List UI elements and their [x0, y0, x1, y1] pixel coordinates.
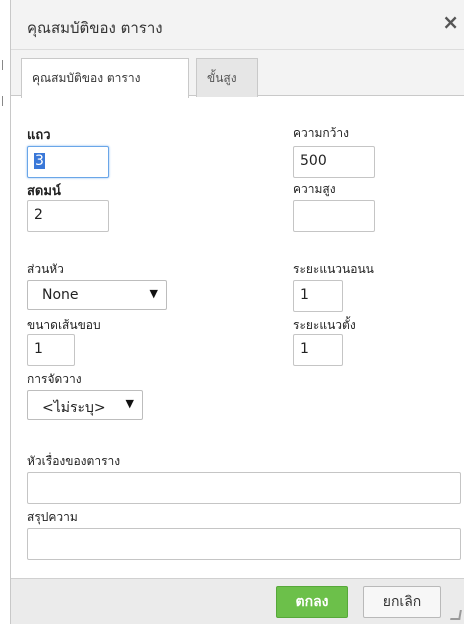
tab-advanced[interactable]: ขั้นสูง — [196, 58, 258, 97]
border-size-label: ขนาดเส้นขอบ — [27, 318, 101, 332]
height-input[interactable] — [293, 200, 375, 232]
dropdown-arrow-icon: ▼ — [125, 397, 134, 410]
columns-input[interactable]: 2 — [27, 200, 109, 232]
summary-label: สรุปความ — [27, 510, 78, 524]
alignment-label: การจัดวาง — [27, 372, 82, 386]
page-left-edge — [0, 0, 10, 624]
table-properties-dialog: คุณสมบัติของ ตาราง × คุณสมบัติของ ตาราง … — [10, 0, 464, 624]
border-size-input[interactable]: 1 — [27, 334, 75, 366]
dialog-title: คุณสมบัติของ ตาราง — [27, 19, 163, 37]
dialog-footer: ตกลง ยกเลิก — [11, 578, 464, 624]
cell-padding-label: ระยะแนวตั้ง — [293, 318, 356, 332]
rows-value: 3 — [34, 153, 45, 169]
summary-input[interactable] — [27, 528, 461, 560]
caption-input[interactable] — [27, 472, 461, 504]
resize-handle-icon[interactable] — [450, 610, 462, 620]
columns-label: สดมน์ — [27, 184, 61, 199]
alignment-value: <ไม่ระบุ> — [42, 400, 106, 416]
close-icon[interactable]: × — [442, 12, 459, 32]
cell-padding-input[interactable]: 1 — [293, 334, 343, 366]
dropdown-arrow-icon: ▼ — [149, 287, 158, 300]
cell-spacing-label: ระยะแนวนอนน — [293, 262, 374, 276]
rows-input[interactable]: 3 — [27, 146, 109, 178]
tab-strip: คุณสมบัติของ ตาราง ขั้นสูง — [11, 50, 464, 98]
headers-select[interactable]: None ▼ — [27, 280, 167, 310]
cancel-button[interactable]: ยกเลิก — [363, 586, 441, 618]
headers-label: ส่วนหัว — [27, 262, 64, 276]
edge-mark — [2, 60, 6, 70]
width-label: ความกว้าง — [293, 126, 350, 140]
headers-value: None — [42, 287, 79, 303]
tab-table-properties[interactable]: คุณสมบัติของ ตาราง — [21, 58, 189, 98]
ok-button[interactable]: ตกลง — [276, 586, 348, 618]
alignment-select[interactable]: <ไม่ระบุ> ▼ — [27, 390, 143, 420]
cell-spacing-input[interactable]: 1 — [293, 280, 343, 312]
dialog-titlebar: คุณสมบัติของ ตาราง × — [11, 0, 464, 50]
height-label: ความสูง — [293, 182, 336, 196]
rows-label: แถว — [27, 128, 51, 143]
width-input[interactable]: 500 — [293, 146, 375, 178]
edge-mark — [2, 96, 6, 106]
caption-label: หัวเรื่องของตาราง — [27, 454, 121, 468]
